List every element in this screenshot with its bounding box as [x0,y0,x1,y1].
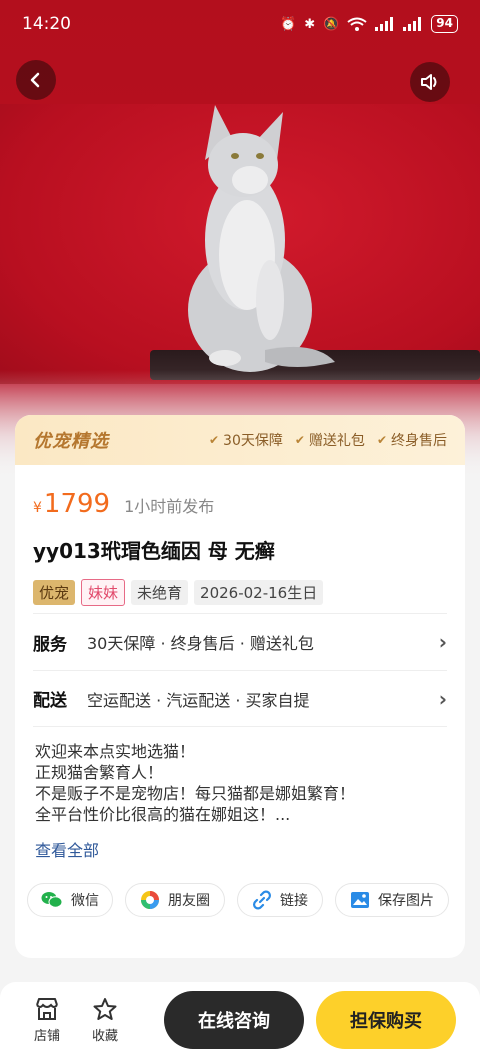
save-image-label: 保存图片 [378,893,434,909]
save-image-button[interactable]: 保存图片 [335,883,449,917]
shop-label: 店铺 [33,1028,60,1044]
chevron-right-icon: › [438,686,447,711]
cat-photo [188,105,335,372]
description-line: 全平台性价比很高的猫在娜姐这！... [35,805,291,824]
bluetooth-icon: ✱ [304,16,316,32]
wifi-icon [347,17,367,31]
delivery-label: 配送 [33,691,67,711]
moments-icon [141,891,159,909]
perk-item: ✔ 赠送礼包 [294,433,365,449]
service-label: 服务 [33,634,67,655]
description-line: 欢迎来本点实地选猫！ [35,742,196,761]
status-icons: ⏰ ✱ 🔕 94 [280,15,458,33]
star-icon [93,997,117,1020]
sound-button[interactable] [410,62,450,102]
currency-symbol: ¥ [33,500,42,516]
description-line: 正规猫舍繁育人！ [35,763,164,782]
delivery-value: 空运配送 · 汽运配送 · 买家自提 [87,690,310,710]
status-bar: 14:20 ⏰ ✱ 🔕 94 [0,0,480,48]
chevron-left-icon [30,72,40,88]
service-value: 30天保障 · 终身售后 · 赠送礼包 [87,634,314,653]
mute-icon: 🔕 [323,16,340,32]
share-moments-label: 朋友圈 [168,893,210,909]
share-link-label: 链接 [280,893,308,909]
shop-icon [36,997,58,1020]
shop-button[interactable]: 店铺 [18,997,76,1044]
price: 1799 [43,489,111,519]
signal-icon-2 [403,17,423,31]
alarm-icon: ⏰ [280,16,297,32]
posted-time: 1小时前发布 [124,497,215,516]
check-icon: ✔ [294,433,305,447]
selection-banner: 优宠精选 ✔ 30天保障 ✔ 赠送礼包 ✔ 终身售后 [15,415,465,465]
description-line: 不是贩子不是宠物店！每只猫都是娜姐繁育！ [35,784,356,803]
price-row: ¥ 1799 1小时前发布 [15,465,465,525]
share-wechat-label: 微信 [71,893,99,909]
status-time: 14:20 [22,14,71,34]
check-icon: ✔ [376,433,387,447]
description: 欢迎来本点实地选猫！ 正规猫舍繁育人！ 不是贩子不是宠物店！每只猫都是娜姐繁育！… [15,727,465,831]
share-wechat-button[interactable]: 微信 [27,883,113,917]
perk-list: ✔ 30天保障 ✔ 赠送礼包 ✔ 终身售后 [209,430,447,450]
product-title: yy013玳瑁色缅因 母 无癣 [33,539,275,563]
chevron-right-icon: › [438,630,447,654]
tag-list: 优宠 妹妹 未绝育 2026-02-16生日 [15,571,465,613]
battery-icon: 94 [431,15,458,33]
bottom-action-bar: 店铺 收藏 在线咨询 担保购买 [0,982,480,1058]
share-link-button[interactable]: 链接 [237,883,323,917]
brand-label: 优宠精选 [33,431,109,452]
tag-premium: 优宠 [33,579,76,605]
tag-birthday: 2026-02-16生日 [194,579,324,605]
perk-item: ✔ 30天保障 [208,433,283,449]
back-button[interactable] [16,60,56,100]
signal-icon [375,17,395,31]
share-bar: 微信 朋友圈 链接 保存图片 [15,871,465,917]
buy-button[interactable]: 担保购买 [316,991,456,1049]
see-all-link[interactable]: 查看全部 [15,831,465,871]
tag-neuter: 未绝育 [131,579,189,605]
hero-image[interactable] [0,0,480,480]
wechat-icon [41,892,63,908]
consult-button[interactable]: 在线咨询 [164,991,304,1049]
favorite-button[interactable]: 收藏 [76,997,134,1044]
share-moments-button[interactable]: 朋友圈 [125,883,225,917]
link-icon [253,890,271,910]
service-row[interactable]: 服务 30天保障 · 终身售后 · 赠送礼包 › [33,613,447,670]
image-icon [351,892,369,908]
perk-item: ✔ 终身售后 [376,433,447,449]
check-icon: ✔ [208,433,220,447]
product-card: 优宠精选 ✔ 30天保障 ✔ 赠送礼包 ✔ 终身售后 ¥ 1799 1小时前发布 yy… [15,415,465,958]
favorite-label: 收藏 [91,1028,118,1044]
speaker-icon [421,74,437,90]
delivery-row[interactable]: 配送 空运配送 · 汽运配送 · 买家自提 › [33,670,447,727]
tag-gender: 妹妹 [81,578,126,606]
